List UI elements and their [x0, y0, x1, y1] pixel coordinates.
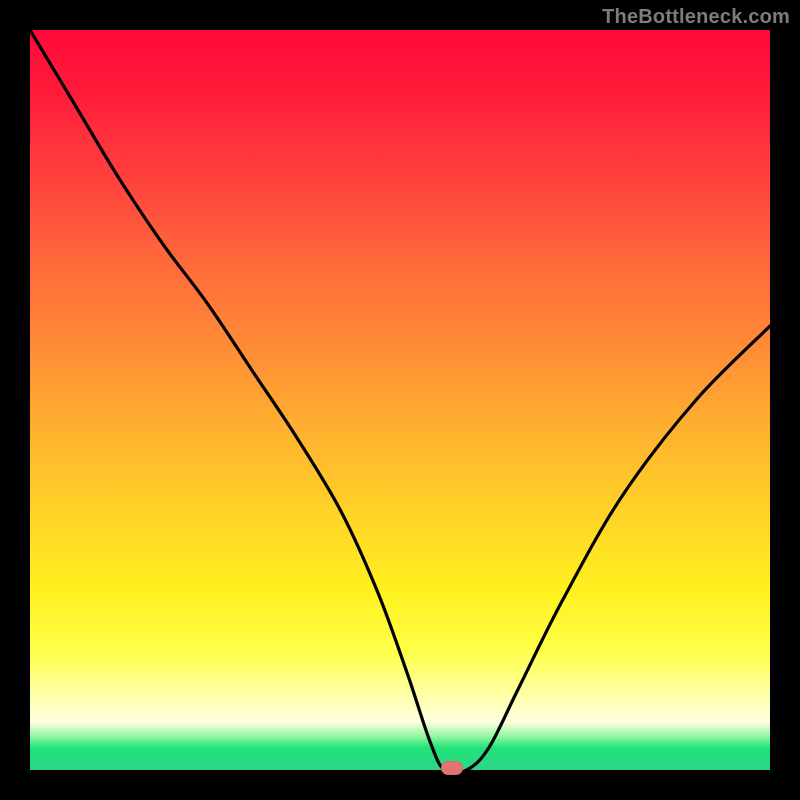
watermark-label: TheBottleneck.com	[602, 6, 790, 29]
chart-frame: TheBottleneck.com	[0, 0, 800, 800]
optimal-marker	[441, 761, 463, 775]
plot-area	[30, 30, 770, 770]
bottleneck-curve	[30, 30, 770, 770]
